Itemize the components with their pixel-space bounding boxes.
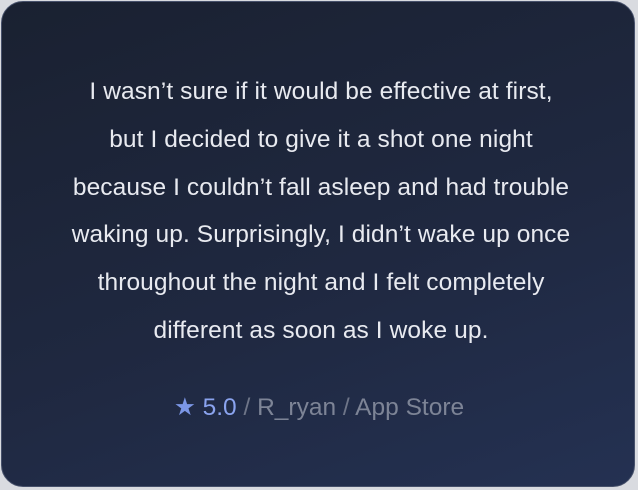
review-attribution: ★ 5.0 / R_ryan / App Store [2,390,636,426]
quote-line: different as soon as I woke up. [153,316,489,344]
reviewer-name: R_ryan [257,394,337,421]
rating-score: 5.0 [202,394,237,421]
quote-line: because I couldn’t fall asleep and had t… [72,173,570,201]
review-source: App Store [355,394,465,421]
quote-line: throughout the night and I felt complete… [97,269,545,297]
separator: / [336,394,356,421]
testimonial-card: I wasn’t sure if it would be effective a… [1,1,635,487]
quote-line: I wasn’t sure if it would be effective a… [89,78,553,105]
quote-line: waking up. Surprisingly, I didn’t wake u… [71,221,571,249]
star-icon: ★ [173,394,196,421]
testimonial-quote: I wasn’t sure if it would be effective a… [26,68,616,355]
quote-line: but I decided to give it a shot one nigh… [109,125,533,153]
separator: / [236,394,258,421]
